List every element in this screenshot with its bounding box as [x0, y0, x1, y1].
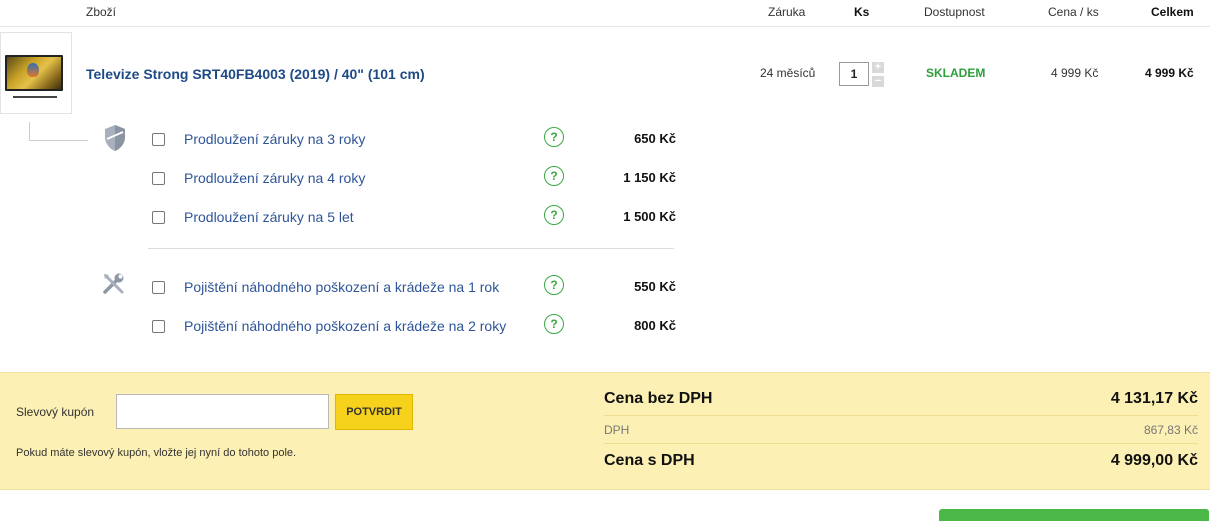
- continue-checkout-button[interactable]: [939, 509, 1209, 521]
- warranty-option-row: Prodloužení záruky na 5 let ? 1 500 Kč: [152, 205, 676, 228]
- col-warranty: Záruka: [768, 5, 806, 19]
- product-name-link[interactable]: Televize Strong SRT40FB4003 (2019) / 40"…: [86, 66, 425, 82]
- coupon-confirm-button[interactable]: POTVRDIT: [335, 394, 413, 430]
- availability-status: SKLADEM: [926, 66, 986, 80]
- vat-label: DPH: [604, 423, 630, 437]
- col-availability: Dostupnost: [924, 5, 985, 19]
- insurance-option-row: Pojištění náhodného poškození a krádeže …: [152, 314, 676, 337]
- summary-net-row: Cena bez DPH 4 131,17 Kč: [604, 390, 1198, 408]
- warranty-4y-price: 1 150 Kč: [623, 170, 676, 185]
- help-icon[interactable]: ?: [544, 127, 564, 147]
- qty-plus-button[interactable]: +: [872, 62, 884, 73]
- tv-image: [5, 55, 63, 91]
- warranty-3y-price: 650 Kč: [634, 131, 676, 146]
- coupon-input[interactable]: [116, 394, 329, 429]
- warranty-4y-label[interactable]: Prodloužení záruky na 4 roky: [184, 170, 365, 186]
- quantity-input[interactable]: 1: [839, 62, 869, 86]
- vat-value: 867,83 Kč: [1143, 423, 1198, 437]
- net-price-label: Cena bez DPH: [604, 390, 713, 407]
- options-divider: [148, 248, 674, 249]
- warranty-4y-checkbox[interactable]: [152, 172, 165, 185]
- unit-price: 4 999 Kč: [1051, 66, 1099, 80]
- col-unit-price: Cena / ks: [1048, 5, 1099, 19]
- coupon-label: Slevový kupón: [16, 405, 95, 419]
- summary-divider: [604, 415, 1198, 416]
- summary-divider: [604, 443, 1198, 444]
- warranty-3y-label[interactable]: Prodloužení záruky na 3 roky: [184, 131, 365, 147]
- insurance-1y-checkbox[interactable]: [152, 281, 165, 294]
- shield-icon: [105, 125, 125, 151]
- col-product: Zboží: [86, 5, 117, 19]
- help-icon[interactable]: ?: [544, 275, 564, 295]
- help-icon[interactable]: ?: [544, 205, 564, 225]
- help-icon[interactable]: ?: [544, 314, 564, 334]
- cart-table-header: Zboží Záruka Ks Dostupnost Cena / ks Cel…: [0, 0, 1210, 27]
- gross-price-value: 4 999,00 Kč: [1110, 452, 1198, 469]
- tools-icon: [103, 273, 124, 294]
- gross-price-label: Cena s DPH: [604, 452, 695, 469]
- warranty-5y-label[interactable]: Prodloužení záruky na 5 let: [184, 209, 354, 225]
- col-total: Celkem: [1151, 5, 1194, 19]
- help-icon[interactable]: ?: [544, 166, 564, 186]
- insurance-2y-label[interactable]: Pojištění náhodného poškození a krádeže …: [184, 318, 506, 334]
- warranty-5y-checkbox[interactable]: [152, 211, 165, 224]
- warranty-3y-checkbox[interactable]: [152, 133, 165, 146]
- tv-stand: [13, 93, 57, 98]
- coupon-hint: Pokud máte slevový kupón, vložte jej nyn…: [16, 447, 297, 459]
- product-thumbnail[interactable]: [0, 32, 72, 114]
- product-warranty: 24 měsíců: [760, 66, 816, 80]
- options-connector-line: [29, 122, 88, 141]
- insurance-1y-label[interactable]: Pojištění náhodného poškození a krádeže …: [184, 279, 499, 295]
- col-qty: Ks: [854, 5, 870, 19]
- summary-gross-row: Cena s DPH 4 999,00 Kč: [604, 452, 1198, 470]
- insurance-2y-price: 800 Kč: [634, 318, 676, 333]
- warranty-5y-price: 1 500 Kč: [623, 209, 676, 224]
- insurance-option-row: Pojištění náhodného poškození a krádeže …: [152, 275, 676, 298]
- qty-minus-button[interactable]: −: [872, 76, 884, 87]
- row-total: 4 999 Kč: [1145, 66, 1194, 80]
- warranty-option-row: Prodloužení záruky na 4 roky ? 1 150 Kč: [152, 166, 676, 189]
- summary-vat-row: DPH 867,83 Kč: [604, 423, 1198, 437]
- insurance-1y-price: 550 Kč: [634, 279, 676, 294]
- net-price-value: 4 131,17 Kč: [1110, 390, 1198, 407]
- insurance-2y-checkbox[interactable]: [152, 320, 165, 333]
- warranty-option-row: Prodloužení záruky na 3 roky ? 650 Kč: [152, 127, 676, 150]
